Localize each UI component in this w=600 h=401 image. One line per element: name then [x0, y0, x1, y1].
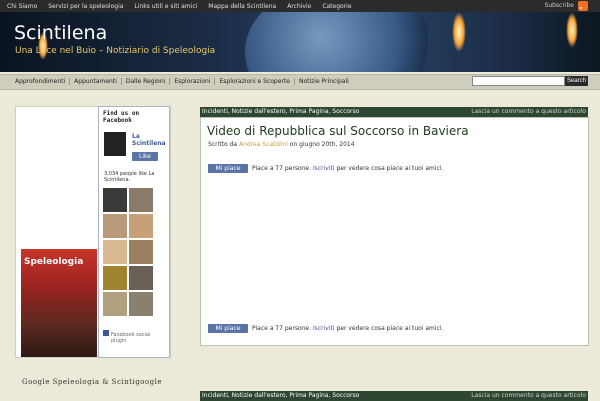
- facebook-likebox: Find us on Facebook La Scintilena Like 3…: [98, 106, 170, 358]
- nav-esplorazioni[interactable]: Esplorazioni: [170, 77, 216, 85]
- nav-dalle-regioni[interactable]: Dalle Regioni: [122, 77, 171, 85]
- facebook-page-logo[interactable]: [104, 132, 126, 156]
- avatar[interactable]: [103, 292, 127, 316]
- topnav-chi-siamo[interactable]: Chi Siamo: [7, 3, 37, 10]
- post-meta: Scritto da Andrea Scatolini on giugno 20…: [208, 141, 355, 148]
- like-signup-link[interactable]: Iscriviti: [313, 165, 335, 172]
- avatar[interactable]: [129, 214, 153, 238]
- avatar[interactable]: [103, 214, 127, 238]
- post-title[interactable]: Video di Repubblica sul Soccorso in Bavi…: [207, 124, 469, 138]
- post-content-box: [200, 117, 589, 346]
- facebook-like-count: 3,034 people like La Scintilena.: [104, 171, 155, 183]
- nav-notizie-principali[interactable]: Notizie Principali: [295, 78, 353, 85]
- post-comment-link[interactable]: Lascia un commento a questo articolo: [471, 108, 586, 115]
- avatar[interactable]: [129, 292, 153, 316]
- topnav-links[interactable]: Links utili e siti amici: [134, 3, 197, 10]
- search-input[interactable]: [472, 76, 565, 86]
- facebook-like-button[interactable]: Like: [132, 152, 158, 161]
- facebook-heading: Find us on Facebook: [103, 110, 140, 124]
- top-nav: Chi Siamo Servizi per la speleologia Lin…: [7, 0, 363, 12]
- avatar[interactable]: [129, 266, 153, 290]
- topnav-mappa[interactable]: Mappa della Scintilena: [208, 3, 276, 10]
- flame-graphic: [566, 12, 578, 48]
- avatar[interactable]: [103, 188, 127, 212]
- flame-graphic: [452, 12, 466, 52]
- widget-title: Google Speleologia & Scintigoogle: [22, 378, 162, 386]
- main-nav: Approfondimenti Appuntamenti Dalle Regio…: [13, 74, 353, 88]
- post-categories[interactable]: Incidenti, Notizie dall'estero, Prima Pa…: [202, 392, 359, 399]
- facebook-social-plugin[interactable]: Facebook social plugin: [103, 330, 150, 344]
- site-tagline: Una Luce nel Buio – Notiziario di Speleo…: [15, 46, 216, 56]
- facebook-icon: [103, 330, 109, 336]
- topnav-archivio[interactable]: Archivio: [287, 3, 311, 10]
- avatar[interactable]: [129, 188, 153, 212]
- post-categories[interactable]: Incidenti, Notizie dall'estero, Prima Pa…: [202, 108, 359, 115]
- nav-approfondimenti[interactable]: Approfondimenti: [13, 77, 71, 85]
- post-comment-link[interactable]: Lascia un commento a questo articolo: [471, 392, 586, 399]
- nav-esplorazioni-scoperte[interactable]: Esplorazioni e Scoperte: [215, 77, 295, 85]
- topnav-servizi[interactable]: Servizi per la speleologia: [48, 3, 123, 10]
- like-button[interactable]: Mi piace: [208, 164, 248, 173]
- like-signup-link[interactable]: Iscriviti: [313, 325, 335, 332]
- post-author[interactable]: Andrea Scatolini: [239, 141, 288, 148]
- search-button[interactable]: Search: [565, 76, 588, 86]
- facebook-like-row: Mi piace Piace a 77 persone. Iscriviti p…: [208, 164, 443, 173]
- rss-icon[interactable]: [578, 1, 588, 11]
- magazine-cover[interactable]: Speleologia: [21, 249, 97, 357]
- like-button[interactable]: Mi piace: [208, 324, 248, 333]
- topnav-categorie[interactable]: Categorie: [322, 3, 351, 10]
- facebook-page-name[interactable]: La Scintilena: [132, 133, 166, 147]
- avatar[interactable]: [103, 266, 127, 290]
- globe-graphic: [245, 12, 435, 72]
- facebook-fans-grid: [103, 188, 155, 318]
- post-category-bar: Incidenti, Notizie dall'estero, Prima Pa…: [200, 107, 588, 117]
- avatar[interactable]: [129, 240, 153, 264]
- nav-appuntamenti[interactable]: Appuntamenti: [70, 77, 122, 85]
- magazine-title: Speleologia: [24, 257, 84, 267]
- subscribe-link[interactable]: Subscribe: [545, 2, 574, 9]
- avatar[interactable]: [103, 240, 127, 264]
- facebook-like-row: Mi piace Piace a 77 persone. Iscriviti p…: [208, 324, 443, 333]
- site-title[interactable]: Scintilena: [14, 22, 107, 44]
